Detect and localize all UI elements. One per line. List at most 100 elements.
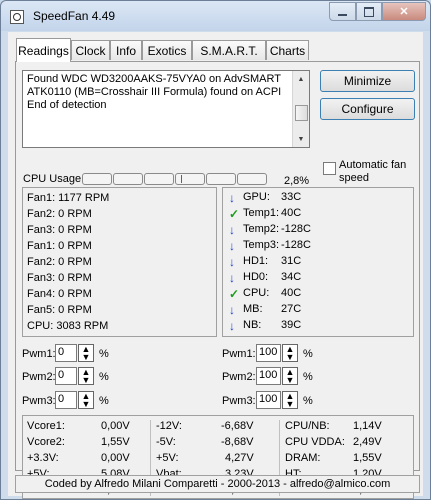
speedfan-app-icon [10, 10, 24, 24]
cpu-usage-segment [144, 173, 174, 185]
cpu-usage-segment [113, 173, 143, 185]
voltage-value: 1,14V [353, 420, 382, 432]
arrow-down-icon: ↓ [229, 271, 235, 285]
pwm1-right-input[interactable]: 100 [256, 344, 281, 362]
temperature-value: -128C [281, 239, 311, 251]
log-line: ATK0110 (MB=Crosshair III Formula) found… [27, 86, 282, 98]
maximize-window-button[interactable] [356, 2, 382, 21]
fan-reading: Fan5: 0 RPM [27, 304, 92, 316]
close-icon: ✕ [399, 6, 409, 18]
voltage-label: CPU VDDA: [285, 436, 345, 448]
voltage-value: 1,55V [353, 452, 382, 464]
pwm1-left-spinner-icon[interactable]: ▲ ▼ [78, 344, 94, 362]
pwm-label: Pwm1: [222, 348, 256, 360]
pwm-label: Pwm3: [222, 395, 256, 407]
tab-clock[interactable]: Clock [71, 40, 110, 60]
status-bar: Coded by Alfredo Milani Comparetti - 200… [15, 475, 420, 493]
pwm2-right-input[interactable]: 100 [256, 367, 281, 385]
temperature-label: NB: [243, 319, 262, 331]
scroll-up-icon[interactable]: ▲ [293, 71, 309, 87]
cpu-usage-fill [181, 175, 182, 183]
pwm3-left-spinner-icon[interactable]: ▲ ▼ [78, 391, 94, 409]
pwm2-left-spinner-icon[interactable]: ▲ ▼ [78, 367, 94, 385]
speedfan-window: SpeedFan 4.49 ✕ Readings Clock Info Exot… [0, 0, 431, 500]
tab-info[interactable]: Info [110, 40, 142, 60]
minimize-button[interactable]: Minimize [320, 70, 415, 92]
voltage-label: -12V: [156, 420, 182, 432]
arrow-down-icon: ↓ [229, 303, 235, 317]
temperature-value: -128C [281, 223, 311, 235]
voltage-value: 4,27V [225, 452, 254, 464]
temperature-value: 33C [281, 191, 302, 203]
pwm3-right-input[interactable]: 100 [256, 391, 281, 409]
fan-reading: Fan3: 0 RPM [27, 224, 92, 236]
readings-panel: Found WDC WD3200AAKS-75VYA0 on AdvSMART … [15, 61, 420, 499]
pwm-label: Pwm1: [22, 348, 56, 360]
fan-reading: Fan1: 0 RPM [27, 240, 92, 252]
cpu-usage-segment [237, 173, 267, 185]
temperature-value: 40C [281, 287, 302, 299]
pwm1-right-spinner-icon[interactable]: ▲ ▼ [282, 344, 298, 362]
pwm1-left-input[interactable]: 0 [55, 344, 77, 362]
voltage-value: 0,00V [101, 452, 130, 464]
close-window-button[interactable]: ✕ [382, 2, 426, 21]
voltage-value: 1,55V [101, 436, 130, 448]
window-title: SpeedFan 4.49 [33, 9, 116, 23]
pwm3-left-input[interactable]: 0 [55, 391, 77, 409]
pwm3-right-spinner-icon[interactable]: ▲ ▼ [282, 391, 298, 409]
log-scrollbar[interactable]: ▲ ▼ [292, 71, 309, 147]
temperature-label: CPU: [243, 287, 270, 299]
voltage-value: 0,00V [101, 420, 130, 432]
temperature-label: MB: [243, 303, 263, 315]
detection-log[interactable]: Found WDC WD3200AAKS-75VYA0 on AdvSMART … [22, 70, 310, 148]
tab-smart[interactable]: S.M.A.R.T. [192, 40, 266, 60]
arrow-down-icon: ↓ [229, 319, 235, 333]
pwm-label: Pwm2: [222, 371, 256, 383]
arrow-down-icon: ↓ [229, 223, 235, 237]
cpu-usage-segment [82, 173, 112, 185]
configure-button[interactable]: Configure [320, 98, 415, 120]
scroll-thumb[interactable] [295, 105, 308, 121]
cpu-usage-segment [206, 173, 236, 185]
temperature-label: HD1: [243, 255, 269, 267]
temperature-value: 31C [281, 255, 302, 267]
temperature-label: Temp2: [243, 223, 280, 235]
log-line: End of detection [27, 99, 107, 111]
voltage-label: Vcore2: [27, 436, 65, 448]
automatic-fan-speed-checkbox[interactable] [323, 162, 336, 175]
tab-exotics[interactable]: Exotics [142, 40, 192, 60]
minimize-icon [338, 13, 347, 16]
log-line: Found WDC WD3200AAKS-75VYA0 on AdvSMART [27, 73, 281, 85]
check-icon: ✓ [229, 207, 240, 221]
temperature-label: HD0: [243, 271, 269, 283]
voltage-label: Vcore1: [27, 420, 65, 432]
automatic-fan-speed-label: Automatic fan speed [339, 159, 407, 184]
fans-panel: Fan1: 1177 RPM Fan2: 0 RPM Fan3: 0 RPM F… [22, 187, 217, 337]
pwm-unit: % [303, 348, 313, 360]
pwm-unit: % [303, 371, 313, 383]
temperature-label: Temp1: [243, 207, 280, 219]
scroll-down-icon[interactable]: ▼ [293, 131, 309, 147]
pwm-label: Pwm2: [22, 371, 56, 383]
cpu-usage-segment [175, 173, 205, 185]
tab-charts[interactable]: Charts [266, 40, 309, 60]
temperature-value: 27C [281, 303, 302, 315]
pwm-unit: % [99, 348, 109, 360]
pwm-unit: % [99, 395, 109, 407]
temperature-value: 39C [281, 319, 302, 331]
fan-reading: Fan4: 0 RPM [27, 288, 92, 300]
cpu-usage-percent: 2,8% [284, 175, 310, 187]
fan-reading: CPU: 3083 RPM [27, 320, 109, 332]
voltage-label: DRAM: [285, 452, 321, 464]
fan-reading: Fan3: 0 RPM [27, 272, 92, 284]
minimize-window-button[interactable] [329, 2, 356, 21]
pwm2-left-input[interactable]: 0 [55, 367, 77, 385]
voltage-value: 2,49V [353, 436, 382, 448]
cpu-usage-label: CPU Usage [23, 173, 82, 185]
tab-readings[interactable]: Readings [16, 38, 71, 62]
pwm-unit: % [99, 371, 109, 383]
maximize-icon [364, 6, 374, 17]
pwm2-right-spinner-icon[interactable]: ▲ ▼ [282, 367, 298, 385]
title-bar[interactable]: SpeedFan 4.49 ✕ [1, 1, 430, 31]
temperature-label: Temp3: [243, 239, 280, 251]
